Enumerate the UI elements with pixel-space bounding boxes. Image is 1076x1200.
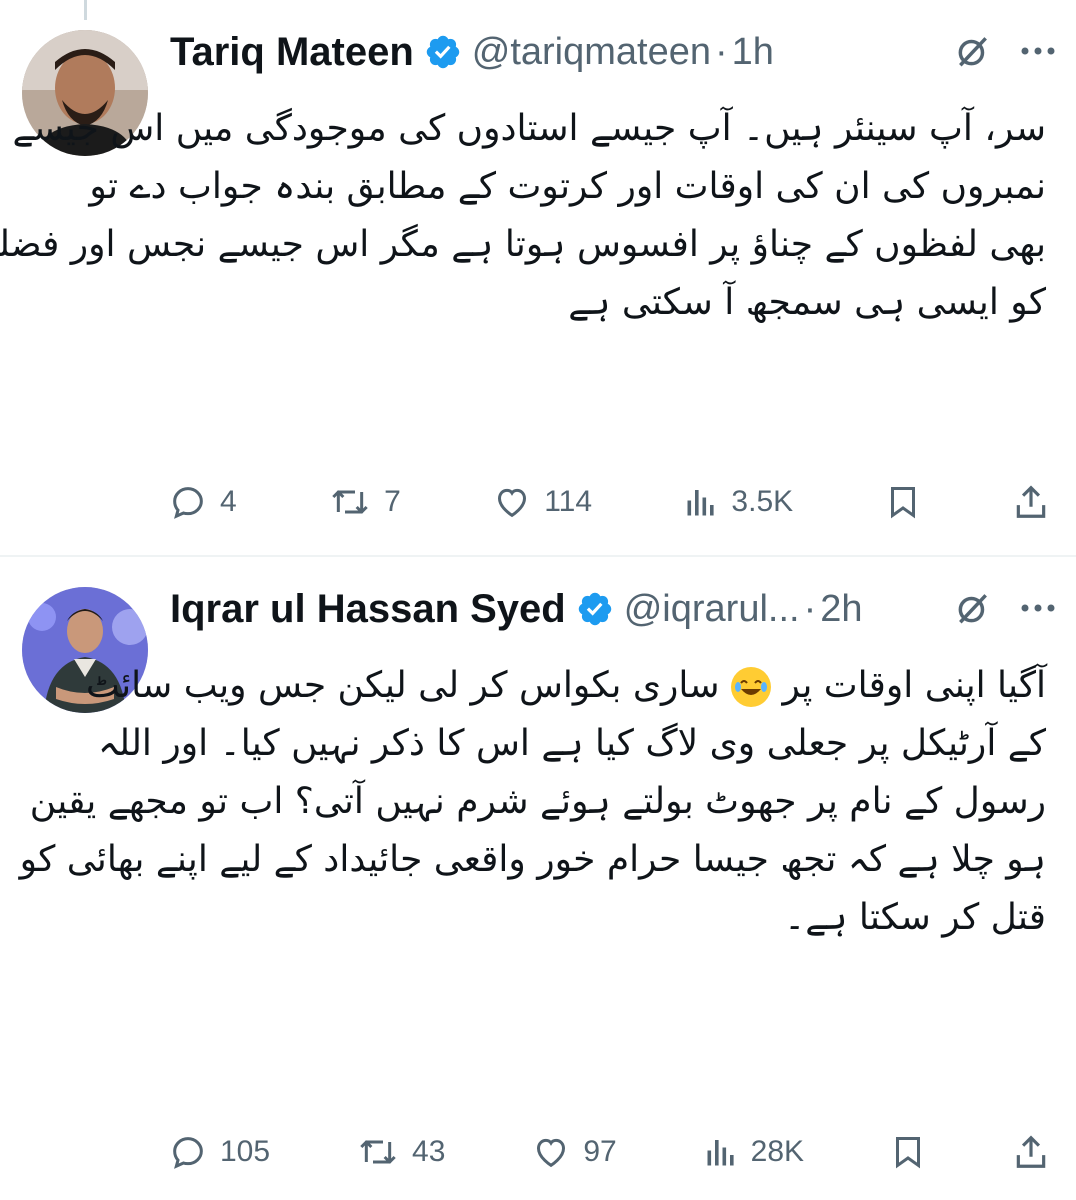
tweet-text-line: آگیا اپنی اوقات پر ساری بکواس کر لی لیکن… [86,657,1046,715]
reply-icon [173,487,203,519]
like-icon [537,1138,566,1168]
author-name[interactable]: Tariq Mateen [170,30,414,75]
tweet-text-line: رسول کے نام پر جھوٹ بولتے ہوئے شرم نہیں … [29,781,1046,822]
bookmark-button[interactable] [890,1132,926,1172]
verified-badge-icon [578,592,611,626]
repost-button[interactable]: 7 [328,482,401,522]
reply-count: 4 [220,485,237,518]
author-handle[interactable]: @iqrarul... [624,588,800,631]
share-icon [1016,1135,1046,1168]
tweet-text: آگیا اپنی اوقات پر ساری بکواس کر لی لیکن… [19,657,1046,947]
more-icon[interactable] [1020,603,1056,613]
share-button[interactable] [1012,482,1050,522]
separator-dot: · [715,30,728,73]
bookmark-icon [896,1137,921,1169]
author-name[interactable]: Iqrar ul Hassan Syed [170,587,566,632]
tweet-text-line: ہو چلا ہے کہ تجھ جیسا حرام خور واقعی جائ… [19,839,1046,880]
tweet-text-line: نمبروں کی ان کی اوقات اور کرتوت کے مطابق… [89,166,1046,207]
views-icon [707,1140,734,1166]
tweet-text-line: قتل کر سکتا ہے۔ [784,897,1046,938]
separator-dot: · [803,587,817,630]
bookmark-button[interactable] [885,482,921,522]
more-icon[interactable] [1020,46,1056,56]
like-icon [498,488,527,518]
verified-badge-icon [426,35,459,69]
tweet-text-segment: ساری بکواس کر لی لیکن جس ویب سائٹ [85,665,720,706]
repost-icon [360,1140,396,1164]
reply-count: 105 [220,1135,271,1168]
tweet-text-line: سر، آپ سینئر ہیں۔ آپ جیسے استادوں کی موج… [0,108,1046,149]
reply-icon [173,1137,203,1169]
share-icon [1016,485,1046,518]
tweet-actions: 4 7 114 3.5K [168,477,1050,527]
timestamp[interactable]: 2h [820,588,862,631]
grok-icon[interactable] [954,589,992,627]
repost-count: 43 [412,1135,446,1168]
tweet-text-line: کو ایسی ہی سمجھ آ سکتی ہے [568,282,1046,323]
like-button[interactable]: 114 [492,482,592,522]
tweet-2[interactable]: Iqrar ul Hassan Syed @iqrarul... · 2h آگ… [0,557,1076,1200]
bookmark-icon [890,487,915,519]
repost-button[interactable]: 43 [356,1132,445,1172]
share-button[interactable] [1012,1132,1050,1172]
repost-icon [332,490,368,514]
tweet-actions: 105 43 97 28K [168,1127,1050,1177]
reply-button[interactable]: 4 [168,482,237,522]
grok-icon[interactable] [954,32,992,70]
timestamp[interactable]: 1h [732,31,774,74]
laughing-emoji-icon [731,667,772,707]
like-count: 114 [544,485,593,518]
tweet-text-line: بھی لفظوں کے چناؤ پر افسوس ہوتا ہے مگر ا… [0,224,1046,265]
views-icon [687,490,715,516]
like-count: 97 [583,1135,617,1168]
tweet-1[interactable]: Tariq Mateen @tariqmateen · 1h سر، آپ سی… [0,0,1076,555]
author-handle[interactable]: @tariqmateen [472,31,711,74]
like-button[interactable]: 97 [531,1132,617,1172]
view-count: 28K [750,1135,805,1168]
view-count: 3.5K [731,485,794,518]
views-button[interactable]: 28K [703,1134,804,1170]
repost-count: 7 [384,485,401,518]
tweet-text: سر، آپ سینئر ہیں۔ آپ جیسے استادوں کی موج… [0,100,1046,332]
tweet-text-line: کے آرٹیکل پر جعلی وی لاگ کیا ہے اس کا ذک… [97,723,1046,764]
tweet-text-segment: آگیا اپنی اوقات پر [782,665,1046,706]
reply-button[interactable]: 105 [168,1132,270,1172]
views-button[interactable]: 3.5K [683,484,793,520]
